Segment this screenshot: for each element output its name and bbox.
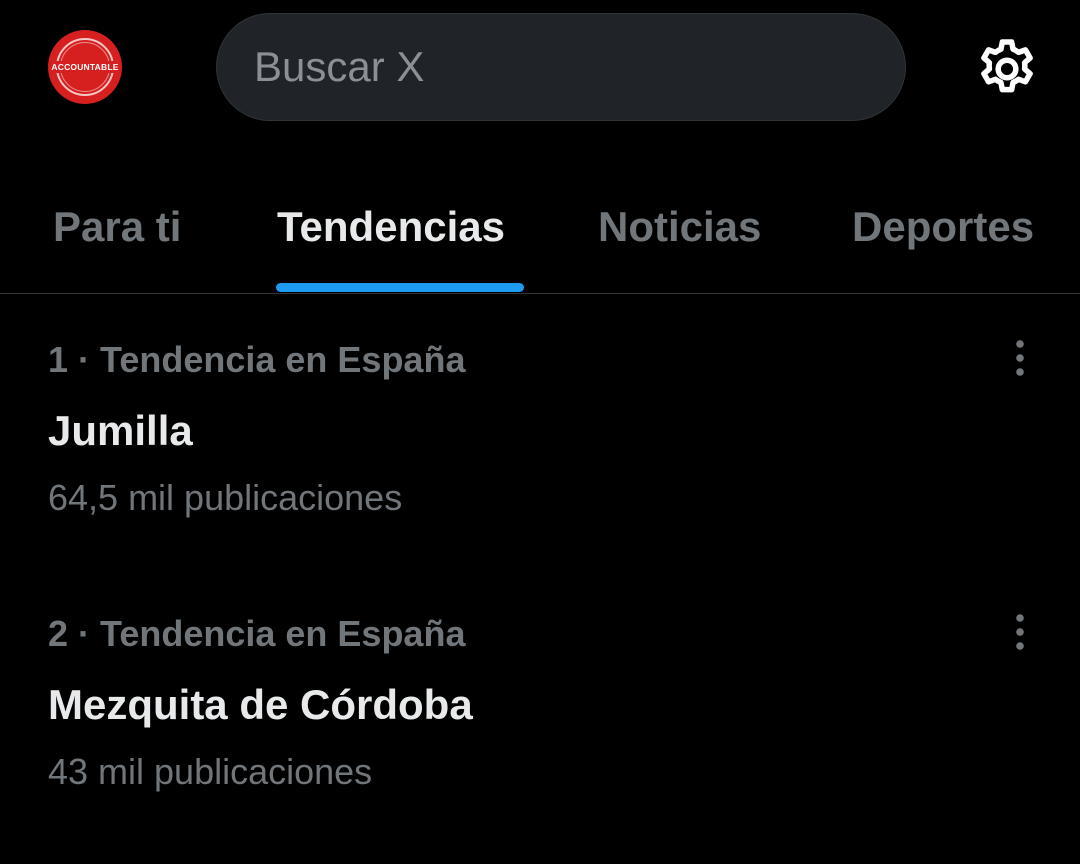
trend-post-count: 43 mil publicaciones — [48, 751, 373, 792]
avatar-logo-text: ACCOUNTABLE — [50, 61, 120, 73]
trend-item[interactable]: 2 · Tendencia en España Mezquita de Córd… — [0, 568, 1080, 842]
active-tab-indicator — [276, 283, 524, 292]
tab-tendencias[interactable]: Tendencias — [277, 202, 505, 252]
top-bar: ACCOUNTABLE — [0, 0, 1080, 140]
more-vertical-icon[interactable] — [1004, 612, 1036, 656]
gear-icon[interactable] — [972, 34, 1042, 104]
trend-name[interactable]: Mezquita de Córdoba — [48, 680, 473, 730]
tab-para-ti[interactable]: Para ti — [53, 202, 181, 252]
search-input[interactable] — [254, 43, 854, 91]
explore-page: ACCOUNTABLE Para ti Tendencias Noticias … — [0, 0, 1080, 864]
trend-name[interactable]: Jumilla — [48, 406, 193, 456]
trend-rank-location: 2 · Tendencia en España — [48, 613, 466, 654]
trend-item[interactable]: 1 · Tendencia en España Jumilla 64,5 mil… — [0, 294, 1080, 568]
more-vertical-icon-svg — [1016, 614, 1024, 650]
search-bar[interactable] — [216, 13, 906, 121]
gear-icon-svg — [981, 39, 1033, 93]
tab-noticias[interactable]: Noticias — [598, 202, 761, 252]
more-vertical-icon[interactable] — [1004, 338, 1036, 382]
more-vertical-icon-svg — [1016, 340, 1024, 376]
avatar[interactable]: ACCOUNTABLE — [48, 30, 122, 104]
tab-deportes[interactable]: Deportes — [852, 202, 1034, 252]
tab-bar: Para ti Tendencias Noticias Deportes — [0, 140, 1080, 294]
trend-rank-location: 1 · Tendencia en España — [48, 339, 466, 380]
trend-post-count: 64,5 mil publicaciones — [48, 477, 403, 518]
